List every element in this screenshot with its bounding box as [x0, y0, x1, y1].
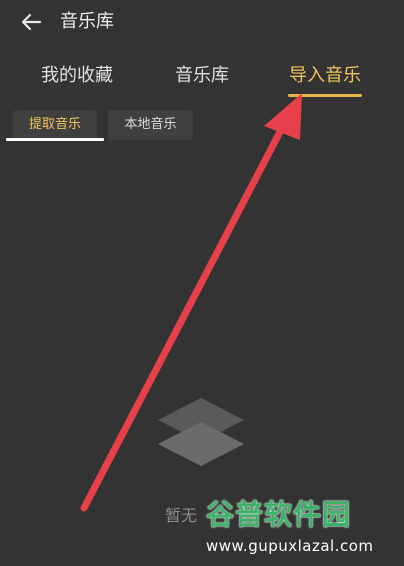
empty-state-text: 暂无 [165, 506, 198, 525]
active-tab-indicator [288, 94, 362, 97]
active-subtab-indicator [6, 138, 104, 141]
arrow-left-icon [21, 13, 42, 31]
tab-my-favorites[interactable]: 我的收藏 [41, 58, 113, 94]
subtab-extract-music[interactable]: 提取音乐 [13, 110, 97, 140]
layers-icon [158, 398, 244, 466]
subtab-local-music[interactable]: 本地音乐 [108, 110, 193, 140]
tab-import-music[interactable]: 导入音乐 [289, 58, 361, 94]
watermark-url: www.gupuxlazal.com [206, 537, 374, 555]
tab-music-library[interactable]: 音乐库 [175, 58, 229, 94]
page-title: 音乐库 [60, 11, 114, 32]
main-tab-bar: 我的收藏 音乐库 导入音乐 [0, 58, 404, 100]
app-header: 音乐库 [0, 0, 404, 44]
watermark-brand: 谷普软件园 [206, 498, 352, 531]
back-button[interactable] [18, 8, 46, 36]
watermark: 谷普软件园 www.gupuxlazal.com [200, 494, 404, 562]
